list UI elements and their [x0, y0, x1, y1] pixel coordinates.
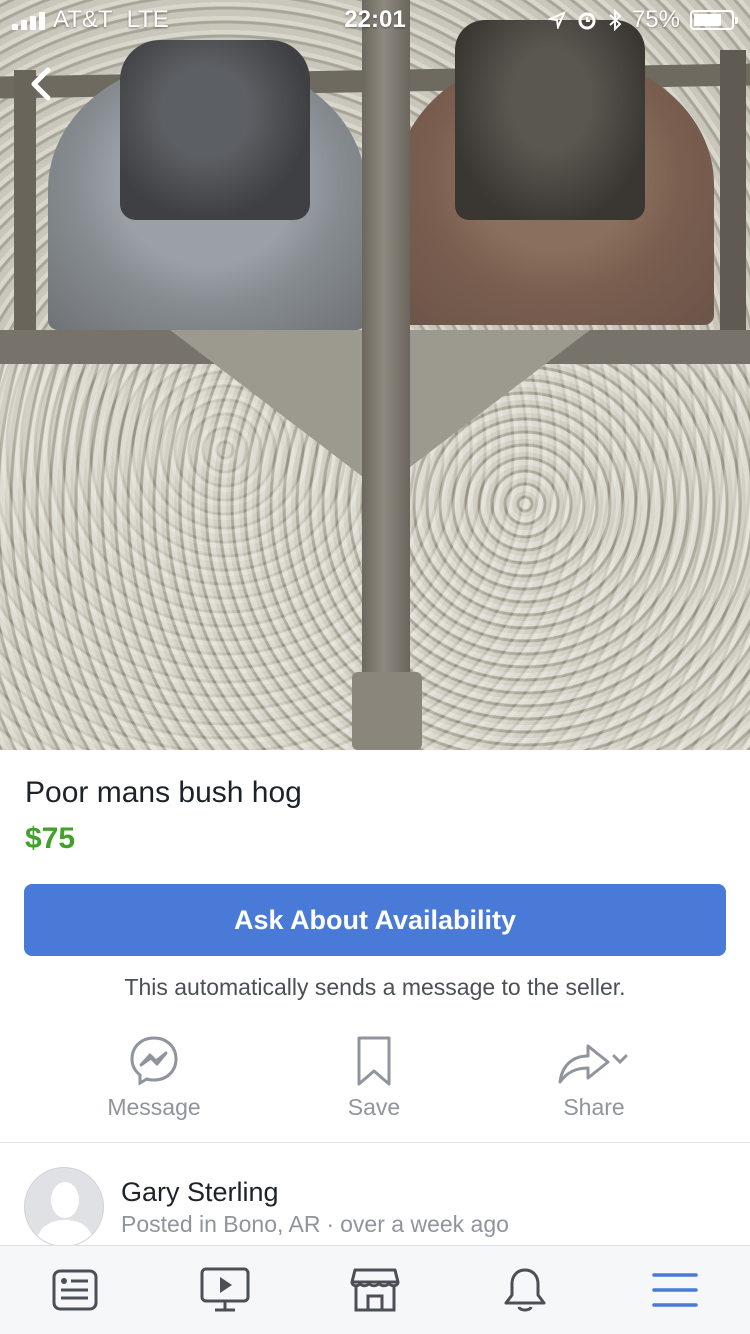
seller-name[interactable]: Gary Sterling: [121, 1177, 279, 1208]
tab-marketplace[interactable]: [345, 1260, 405, 1320]
save-label: Save: [347, 1094, 401, 1120]
menu-icon: [652, 1273, 698, 1307]
photo-frame: [14, 70, 36, 360]
message-button[interactable]: Message: [44, 1030, 264, 1130]
seller-meta: Posted in Bono, AR · over a week ago: [121, 1211, 509, 1238]
photo-hitch: [352, 672, 422, 750]
listing-photo[interactable]: [0, 0, 750, 750]
posted-time: over a week ago: [340, 1211, 509, 1237]
chevron-left-icon: [31, 67, 51, 101]
bluetooth-icon: [609, 9, 622, 31]
save-button[interactable]: Save: [264, 1030, 484, 1130]
photo-beam: [362, 0, 410, 750]
photo-mower-engine: [120, 40, 310, 220]
meta-separator: ·: [326, 1211, 335, 1237]
auto-message-note: This automatically sends a message to th…: [124, 974, 626, 1000]
listing-price: $75: [25, 822, 76, 855]
tab-video[interactable]: [195, 1260, 255, 1320]
notifications-icon: [504, 1268, 546, 1312]
status-right: 75%: [547, 6, 738, 34]
battery-fill: [694, 14, 721, 26]
battery-percent: 75%: [631, 6, 680, 33]
back-button[interactable]: [22, 60, 66, 110]
share-label: Share: [563, 1094, 625, 1120]
tab-news-feed[interactable]: [45, 1260, 105, 1320]
bookmark-icon: [357, 1036, 391, 1086]
seller-row[interactable]: Gary Sterling Posted in Bono, AR · over …: [0, 1143, 750, 1247]
message-label: Message: [107, 1094, 201, 1120]
default-avatar-icon: [35, 1182, 95, 1246]
tab-bar: [0, 1245, 750, 1334]
marketplace-icon: [350, 1268, 400, 1312]
share-button[interactable]: Share: [484, 1030, 704, 1130]
action-row: Message Save Share: [0, 1030, 750, 1130]
news-feed-icon: [52, 1269, 98, 1311]
alarm-icon: [578, 12, 596, 30]
ask-availability-button[interactable]: Ask About Availability: [24, 884, 726, 956]
listing-title: Poor mans bush hog: [25, 776, 302, 809]
share-icon: [558, 1044, 628, 1084]
avatar[interactable]: [24, 1167, 104, 1247]
location-icon: [547, 11, 566, 29]
tab-notifications[interactable]: [495, 1260, 555, 1320]
status-bar: AT&T LTE 22:01 75%: [0, 0, 750, 40]
battery-icon: [690, 10, 738, 30]
seller-location: Posted in Bono, AR: [121, 1211, 321, 1237]
photo-mower-engine: [455, 20, 645, 220]
messenger-icon: [130, 1036, 178, 1086]
tab-menu[interactable]: [645, 1260, 705, 1320]
chevron-down-icon: [612, 1054, 628, 1065]
photo-frame: [720, 50, 746, 340]
video-icon: [200, 1267, 250, 1312]
